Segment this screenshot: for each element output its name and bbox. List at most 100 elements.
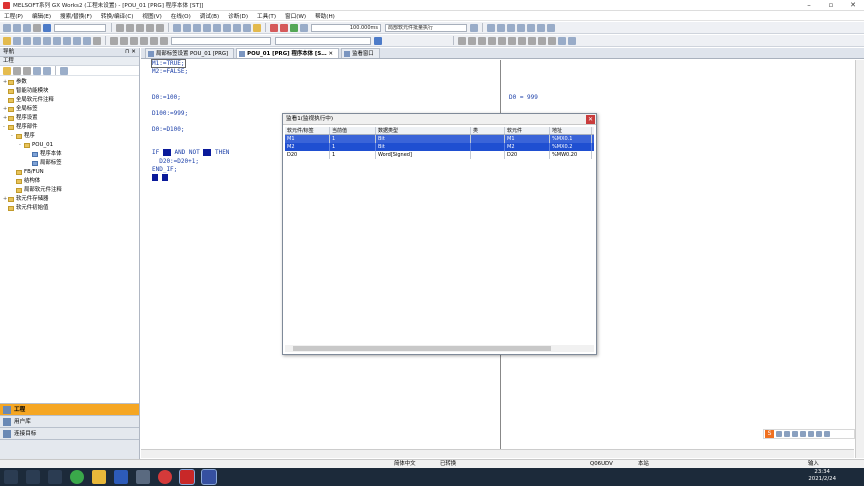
monitor-icon[interactable] bbox=[243, 23, 251, 32]
grid-column-header[interactable]: 类 bbox=[471, 127, 505, 134]
tree-item[interactable]: 结构体 bbox=[0, 177, 139, 186]
label-combo[interactable] bbox=[171, 36, 271, 45]
pause-icon[interactable] bbox=[300, 23, 308, 32]
comment-icon[interactable] bbox=[43, 36, 51, 45]
code-line-2[interactable]: M2:=FALSE; bbox=[152, 68, 188, 75]
tree-item[interactable]: 软元件初始值 bbox=[0, 204, 139, 213]
watch-cell[interactable]: M2 bbox=[285, 143, 330, 151]
menu-item[interactable]: 转换/编译(C) bbox=[101, 12, 134, 20]
edit-6-icon[interactable] bbox=[508, 36, 516, 45]
watch-cell[interactable]: Bit bbox=[376, 143, 471, 151]
grid-column-header[interactable]: 当前值 bbox=[330, 127, 376, 134]
grid-column-header[interactable]: 软元件/标签 bbox=[285, 127, 330, 134]
watch-cell[interactable]: M1 bbox=[505, 135, 550, 143]
tree-item[interactable]: + 全局标签 bbox=[0, 105, 139, 114]
interval-field[interactable]: 100.000ms bbox=[311, 23, 381, 32]
new-icon[interactable] bbox=[3, 23, 11, 32]
st-tool-3-icon[interactable] bbox=[130, 36, 138, 45]
app-icon-1[interactable] bbox=[136, 470, 150, 484]
edit-7-icon[interactable] bbox=[518, 36, 526, 45]
monitor-start-icon[interactable] bbox=[253, 23, 261, 32]
clock[interactable]: 23:34 2021/2/24 bbox=[808, 469, 836, 483]
tree-item[interactable]: 全局软元件注释 bbox=[0, 96, 139, 105]
open-icon[interactable] bbox=[13, 23, 21, 32]
st-tool-6-icon[interactable] bbox=[160, 36, 168, 45]
watch-icon[interactable] bbox=[53, 36, 61, 45]
label-icon[interactable] bbox=[33, 36, 41, 45]
tree-item[interactable]: + 参数 bbox=[0, 78, 139, 87]
edit-4-icon[interactable] bbox=[488, 36, 496, 45]
device-combo[interactable] bbox=[275, 36, 371, 45]
editor-vertical-scrollbar[interactable] bbox=[855, 60, 864, 458]
edit-1-icon[interactable] bbox=[458, 36, 466, 45]
tab-local-label[interactable]: 局部标签设置 POU_01 [PRG] bbox=[145, 48, 235, 58]
compile-icon[interactable] bbox=[193, 23, 201, 32]
project-view-icon[interactable] bbox=[3, 36, 11, 45]
code-line-3[interactable]: D0:=100; bbox=[152, 94, 181, 101]
tool-icon-4[interactable] bbox=[517, 23, 525, 32]
zoom-out-icon[interactable] bbox=[568, 36, 576, 45]
menu-item[interactable]: 帮助(H) bbox=[315, 12, 335, 20]
watch-horizontal-scrollbar[interactable] bbox=[285, 345, 594, 352]
edit-10-icon[interactable] bbox=[548, 36, 556, 45]
read-plc-icon[interactable] bbox=[213, 23, 221, 32]
nav-new-icon[interactable] bbox=[3, 66, 11, 75]
gx-works-icon[interactable] bbox=[179, 469, 195, 485]
undo-icon[interactable] bbox=[146, 23, 154, 32]
tree-item[interactable]: - 程序 bbox=[0, 132, 139, 141]
execute-icon[interactable] bbox=[470, 23, 478, 32]
watch-window-title[interactable]: 监看1(监视执行中) ✕ bbox=[283, 114, 596, 125]
watch-cell[interactable] bbox=[471, 135, 505, 143]
watch-row[interactable]: M2 1 Bit M2 %MX0.2 bbox=[285, 143, 594, 151]
ime-emoji-icon[interactable] bbox=[792, 431, 798, 437]
edit-3-icon[interactable] bbox=[478, 36, 486, 45]
watch-row[interactable]: D20 1 Word[Signed] D20 %MW0.20 bbox=[285, 151, 594, 159]
editor-horizontal-scrollbar[interactable] bbox=[141, 449, 854, 458]
ime-mic-icon[interactable] bbox=[800, 431, 806, 437]
device-icon[interactable] bbox=[63, 36, 71, 45]
convert-icon[interactable] bbox=[203, 23, 211, 32]
st-tool-5-icon[interactable] bbox=[150, 36, 158, 45]
copy-icon[interactable] bbox=[126, 23, 134, 32]
watch-close-button[interactable]: ✕ bbox=[586, 115, 595, 124]
cross-ref-icon[interactable] bbox=[73, 36, 81, 45]
code-line-4[interactable]: D100:=999; bbox=[152, 110, 188, 117]
tool-icon-5[interactable] bbox=[527, 23, 535, 32]
zoom-in-icon[interactable] bbox=[558, 36, 566, 45]
tree-item[interactable]: 局部软元件注释 bbox=[0, 186, 139, 195]
nav-tab-library[interactable]: 用户库 bbox=[0, 415, 139, 427]
minimize-button[interactable]: – bbox=[798, 0, 820, 11]
word-icon[interactable] bbox=[114, 470, 128, 484]
replace-icon[interactable] bbox=[183, 23, 191, 32]
menu-item[interactable]: 在线(O) bbox=[171, 12, 191, 20]
grid-column-header[interactable]: 软元件 bbox=[505, 127, 550, 134]
edit-5-icon[interactable] bbox=[498, 36, 506, 45]
tool-icon-7[interactable] bbox=[547, 23, 555, 32]
nav-tab-connection[interactable]: 连接目标 bbox=[0, 427, 139, 439]
run-icon[interactable] bbox=[280, 23, 288, 32]
st-tool-4-icon[interactable] bbox=[140, 36, 148, 45]
app-icon-2[interactable] bbox=[201, 469, 217, 485]
help-icon[interactable] bbox=[43, 23, 51, 32]
tree-item[interactable]: 智能功能模块 bbox=[0, 87, 139, 96]
window-icon[interactable] bbox=[23, 36, 31, 45]
edit-2-icon[interactable] bbox=[468, 36, 476, 45]
watch-scroll-thumb[interactable] bbox=[293, 346, 551, 351]
nav-sort-icon[interactable] bbox=[33, 66, 41, 75]
ime-lang-icon[interactable] bbox=[776, 431, 782, 437]
watch-cell[interactable]: %MX0.2 bbox=[550, 143, 592, 151]
watch-cell[interactable]: %MW0.20 bbox=[550, 151, 592, 159]
maximize-button[interactable]: ▫ bbox=[820, 0, 842, 11]
mode-combo[interactable]: 局部软元件批量执行 bbox=[385, 23, 467, 32]
search-icon[interactable] bbox=[26, 470, 40, 484]
st-tool-2-icon[interactable] bbox=[120, 36, 128, 45]
tree-item[interactable]: - POU_01 bbox=[0, 141, 139, 150]
grid-column-header[interactable]: 数据类型 bbox=[376, 127, 471, 134]
ime-keyboard-icon[interactable] bbox=[808, 431, 814, 437]
watch-cell[interactable] bbox=[471, 143, 505, 151]
tool-icon-1[interactable] bbox=[487, 23, 495, 32]
browser-icon[interactable] bbox=[70, 470, 84, 484]
find-icon[interactable] bbox=[173, 23, 181, 32]
menu-item[interactable]: 窗口(W) bbox=[285, 12, 306, 20]
verify-icon[interactable] bbox=[233, 23, 241, 32]
